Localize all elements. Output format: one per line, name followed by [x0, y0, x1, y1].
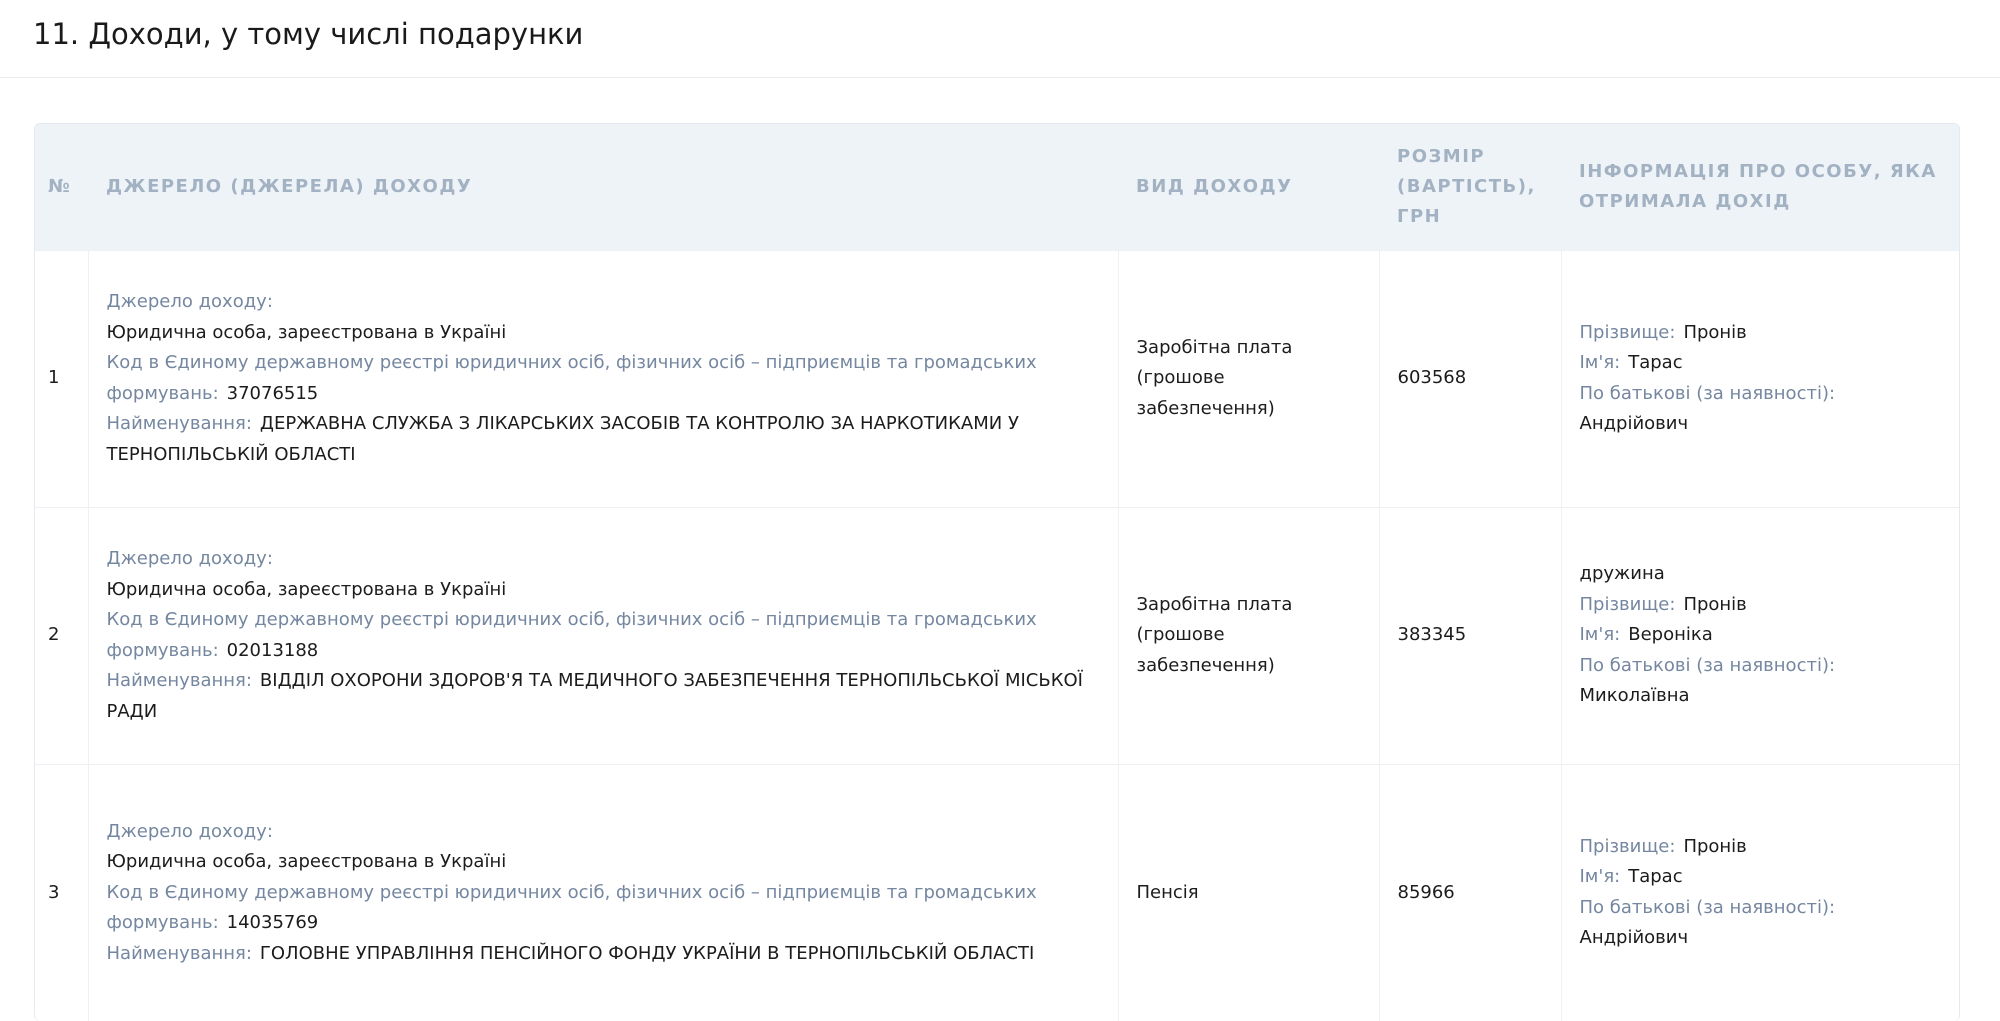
edrpou-code: 37076515 [226, 382, 319, 404]
header-person: ІНФОРМАЦІЯ ПРО ОСОБУ, ЯКА ОТРИМАЛА ДОХІД [1579, 160, 1937, 212]
patronymic-label: По батькові (за наявності): [1579, 896, 1836, 918]
surname-label: Прізвище: [1579, 321, 1676, 343]
person-surname: Пронів [1683, 835, 1747, 857]
person-patronymic: Андрійович [1579, 413, 1689, 434]
source-type: Юридична особа, зареєстрована в Україні [106, 578, 507, 600]
cell-amount: 383345 [1378, 506, 1561, 764]
table-row: 3 Джерело доходу: Юридична особа, зареєстр… [35, 763, 1959, 1021]
person-firstname: Вероніка [1628, 624, 1713, 646]
person-surname: Пронів [1683, 321, 1747, 343]
cell-person: Прізвище: Пронів Ім'я: Тарас По батькові (за… [1560, 763, 1959, 1021]
source-label: Джерело доходу: [106, 548, 273, 569]
table-body: 1 Джерело доходу: Юридична особа, зареєстр… [35, 249, 1959, 1021]
person-relation: дружина [1579, 563, 1665, 585]
organization-name: ГОЛОВНЕ УПРАВЛІННЯ ПЕНСІЙНОГО ФОНДУ УКРА… [259, 942, 1035, 964]
source-label: Джерело доходу: [106, 820, 273, 842]
name-label: Найменування: [106, 942, 252, 964]
cell-source: Джерело доходу: Юридична особа, зареєстро… [87, 506, 1118, 764]
source-type: Юридична особа, зареєстрована в Україні [106, 321, 507, 343]
cell-income-type: Пенсія [1117, 763, 1379, 1021]
person-firstname: Тарас [1628, 866, 1683, 888]
income-table-container: № ДЖЕРЕЛО (ДЖЕРЕЛА) ДОХОДУ ВИД ДОХОДУ РО… [34, 123, 1960, 1021]
cell-amount: 603568 [1378, 249, 1561, 507]
firstname-label: Ім'я: [1579, 352, 1621, 373]
table-header: № ДЖЕРЕЛО (ДЖЕРЕЛА) ДОХОДУ ВИД ДОХОДУ РО… [35, 124, 1959, 250]
edrpou-code: 02013188 [226, 639, 319, 661]
cell-source: Джерело доходу: Юридична особа, зареєстро… [87, 763, 1118, 1021]
header-amount: РОЗМІР (ВАРТІСТЬ), ГРН [1397, 145, 1536, 227]
person-patronymic: Андрійович [1579, 927, 1689, 949]
surname-label: Прізвище: [1579, 835, 1676, 857]
header-income-type: ВИД ДОХОДУ [1136, 175, 1293, 197]
person-surname: Пронів [1683, 593, 1747, 615]
table-row: 1 Джерело доходу: Юридична особа, зареєстр… [35, 249, 1959, 507]
cell-person: дружина Прізвище: Пронів Ім'я: Вероніка По ба… [1560, 506, 1959, 764]
firstname-label: Ім'я: [1579, 866, 1621, 888]
source-label: Джерело доходу: [106, 291, 273, 312]
cell-amount: 85966 [1378, 763, 1561, 1021]
cell-num: 2 [35, 506, 88, 764]
header-source: ДЖЕРЕЛО (ДЖЕРЕЛА) ДОХОДУ [106, 175, 473, 197]
firstname-label: Ім'я: [1579, 624, 1621, 646]
cell-num: 1 [35, 249, 88, 507]
cell-income-type: Заробітна плата (грошове забезпечення) [1117, 506, 1379, 764]
cell-num: 3 [35, 763, 88, 1021]
cell-source: Джерело доходу: Юридична особа, зареєстро… [87, 249, 1118, 507]
surname-label: Прізвище: [1579, 593, 1676, 615]
section-header: 11. Доходи, у тому числі подарунки [0, 0, 2000, 78]
income-table: № ДЖЕРЕЛО (ДЖЕРЕЛА) ДОХОДУ ВИД ДОХОДУ РО… [35, 124, 1959, 1021]
source-type: Юридична особа, зареєстрована в Україні [106, 851, 507, 872]
edrpou-code: 14035769 [226, 912, 319, 933]
name-label: Найменування: [106, 413, 252, 434]
person-patronymic: Миколаївна [1579, 685, 1690, 707]
patronymic-label: По батькові (за наявності): [1579, 654, 1836, 676]
organization-name: ВІДДІЛ ОХОРОНИ ЗДОРОВ'Я ТА МЕДИЧНОГО ЗАБ… [106, 670, 1083, 722]
person-firstname: Тарас [1628, 352, 1683, 373]
header-num: № [48, 175, 72, 197]
table-row: 2 Джерело доходу: Юридична особа, зареєстр… [35, 506, 1959, 764]
name-label: Найменування: [106, 670, 252, 691]
patronymic-label: По батькові (за наявності): [1579, 382, 1836, 404]
section-title: 11. Доходи, у тому числі подарунки [33, 17, 584, 51]
cell-person: Прізвище: Пронів Ім'я: Тарас По батькові (за… [1560, 249, 1959, 507]
cell-income-type: Заробітна плата (грошове забезпечення) [1117, 249, 1379, 507]
